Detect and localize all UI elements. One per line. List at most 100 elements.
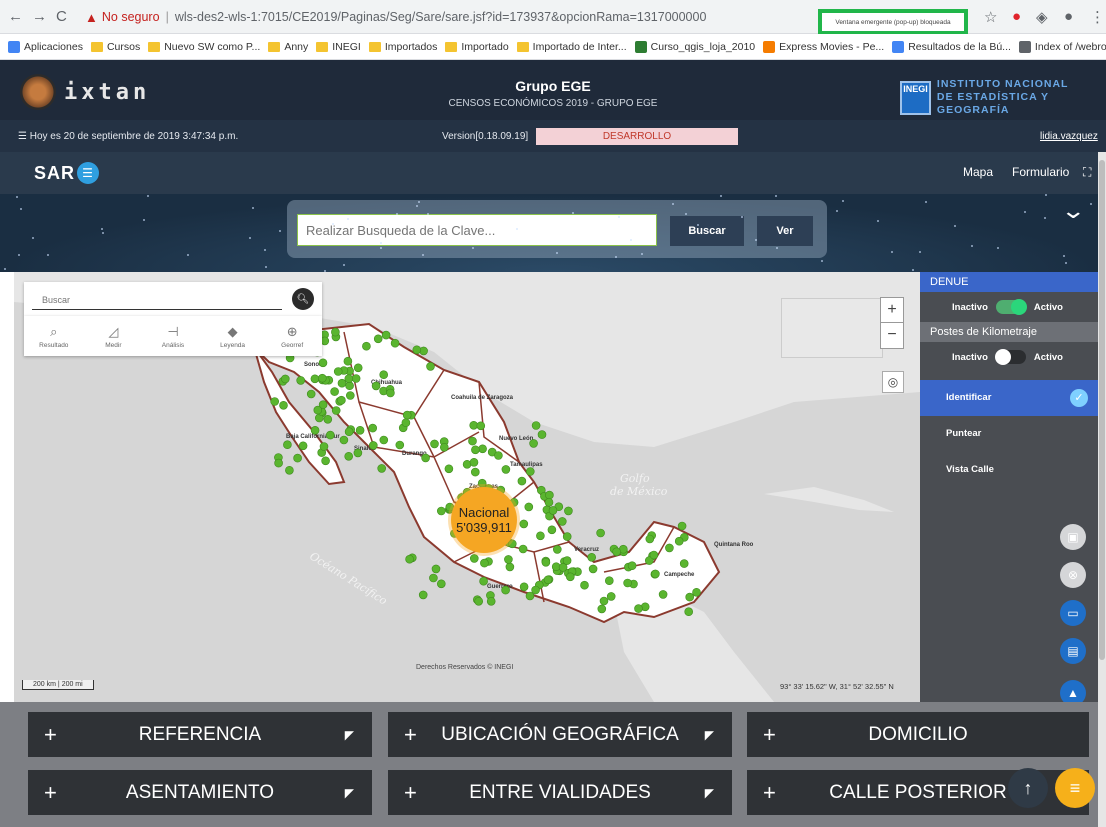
menu-fab-icon[interactable]: ≡: [1055, 768, 1095, 808]
forward-icon[interactable]: →: [32, 8, 47, 25]
check-icon: ✓: [1070, 389, 1088, 407]
establishment-point: [402, 410, 412, 420]
user-link[interactable]: lidia.vazquez: [1040, 131, 1098, 142]
extension-icon[interactable]: ◈: [1036, 8, 1048, 26]
save-icon[interactable]: ▣: [1060, 524, 1086, 550]
map-tool[interactable]: ◆ Leyenda: [203, 316, 263, 356]
star-decoration: [147, 195, 149, 197]
back-icon[interactable]: ←: [8, 8, 23, 25]
vista-calle-option[interactable]: Vista Calle: [920, 452, 1102, 488]
print-icon[interactable]: ▤: [1060, 638, 1086, 664]
bookmark-label: Aplicaciones: [24, 40, 83, 53]
establishment-point: [504, 555, 513, 564]
establishment-point: [469, 421, 479, 430]
establishment-point: [469, 458, 479, 467]
map-tool[interactable]: ◿ Medir: [84, 316, 144, 356]
cancel-icon[interactable]: ⊗: [1060, 562, 1086, 588]
section-entre-vialidades[interactable]: + ENTRE VIALIDADES ◤: [388, 770, 732, 815]
star-decoration: [279, 230, 281, 232]
profile-icon[interactable]: ●: [1064, 8, 1073, 25]
inegi-badge: INEGI: [900, 80, 931, 115]
star-decoration: [265, 266, 267, 268]
nacional-cluster[interactable]: Nacional 5'039,911: [451, 487, 517, 553]
toggle-knob: [994, 349, 1011, 365]
establishment-point: [344, 374, 354, 383]
establishment-point: [429, 573, 438, 583]
bookmark-item[interactable]: Anny: [268, 41, 308, 53]
establishment-point: [368, 423, 378, 433]
bookmark-item[interactable]: Index of /webroot/...: [1018, 40, 1106, 53]
clave-search-input[interactable]: [297, 214, 657, 246]
buscar-button[interactable]: Buscar: [670, 216, 744, 246]
chevron-down-icon[interactable]: ⌄: [1060, 198, 1086, 224]
establishment-point: [524, 502, 534, 512]
section-referencia[interactable]: + REFERENCIA ◤: [28, 712, 372, 757]
map-tool[interactable]: ⌕ Resultado: [24, 316, 84, 356]
map-search-input[interactable]: [32, 290, 282, 310]
scrollbar-thumb[interactable]: [1099, 160, 1105, 660]
menu-icon[interactable]: ⋮: [1090, 8, 1105, 26]
section-domicilio[interactable]: + DOMICILIO: [747, 712, 1089, 757]
denue-toggle[interactable]: [995, 299, 1027, 315]
map-scale: 200 km | 200 mi: [22, 680, 94, 690]
bookmark-item[interactable]: Importado de Inter...: [516, 41, 627, 53]
search-icon[interactable]: 🔍︎: [292, 288, 314, 310]
search-icon: ⌕: [50, 323, 58, 339]
browser-toolbar: ← → C ▲ No seguro | wls-des2-wls-1:7015/…: [0, 0, 1106, 35]
star-icon[interactable]: ☆: [984, 8, 997, 26]
establishment-point: [679, 559, 689, 568]
bookmark-item[interactable]: INEGI: [316, 41, 361, 53]
search-band: Buscar Ver ⌄: [0, 194, 1106, 272]
star-decoration: [472, 247, 474, 249]
bookmark-item[interactable]: Cursos: [90, 41, 140, 53]
toggle-knob: [1010, 299, 1027, 315]
address-bar[interactable]: ▲ No seguro | wls-des2-wls-1:7015/CE2019…: [85, 5, 855, 29]
establishment-point: [529, 439, 538, 448]
popup-blocked-indicator[interactable]: Ventana emergente (pop-up) bloqueada: [818, 9, 968, 35]
arrow-icon: ◤: [344, 727, 354, 742]
star-decoration: [1044, 217, 1046, 219]
ver-button[interactable]: Ver: [757, 216, 813, 246]
section-asentamiento[interactable]: + ASENTAMIENTO ◤: [28, 770, 372, 815]
star-decoration: [427, 213, 429, 215]
establishment-point: [333, 367, 343, 376]
fullscreen-icon[interactable]: ⛶: [1083, 165, 1091, 180]
star-decoration: [618, 216, 620, 218]
establishment-point: [381, 330, 391, 340]
pinterest-icon[interactable]: ●: [1012, 8, 1021, 25]
url-text[interactable]: wls-des2-wls-1:7015/CE2019/Paginas/Seg/S…: [175, 10, 707, 24]
zoom-in-icon[interactable]: +: [881, 298, 903, 322]
establishment-point: [518, 544, 528, 554]
establishment-point: [418, 590, 428, 600]
locate-icon[interactable]: ◎: [882, 371, 904, 393]
establishment-point: [343, 356, 353, 366]
map-view[interactable]: Golfo de México Océano Pacífico Sonora Ch…: [14, 272, 920, 702]
minimap[interactable]: [781, 298, 883, 358]
establishment-point: [270, 397, 280, 406]
identificar-option[interactable]: Identificar ✓: [920, 380, 1102, 416]
nav-formulario[interactable]: Formulario: [1012, 165, 1069, 179]
star-decoration: [1090, 203, 1092, 205]
postes-toggle[interactable]: [994, 349, 1026, 365]
establishment-point: [519, 519, 529, 529]
establishment-point: [565, 572, 575, 582]
bookmark-item[interactable]: Resultados de la Bú...: [892, 40, 1011, 53]
star-decoration: [252, 207, 254, 209]
bookmark-item[interactable]: Express Movies - Pe...: [763, 40, 884, 53]
bookmark-item[interactable]: Aplicaciones: [8, 40, 83, 53]
bookmark-item[interactable]: Curso_qgis_loja_2010: [634, 40, 755, 53]
bookmark-item[interactable]: Importado: [445, 41, 509, 53]
nav-mapa[interactable]: Mapa: [963, 165, 993, 179]
section-ubicacion[interactable]: + UBICACIÓN GEOGRÁFICA ◤: [388, 712, 732, 757]
establishment-point: [371, 381, 381, 391]
map-tool[interactable]: ⊣ Análisis: [143, 316, 203, 356]
reload-icon[interactable]: C: [56, 8, 67, 25]
establishment-point: [684, 607, 694, 617]
bookmark-item[interactable]: Nuevo SW como P...: [148, 41, 260, 53]
puntear-option[interactable]: Puntear: [920, 416, 1102, 452]
map-tool[interactable]: ⊕ Georref: [262, 316, 322, 356]
zoom-out-icon[interactable]: −: [881, 322, 903, 347]
clipboard-icon[interactable]: ▭: [1060, 600, 1086, 626]
scroll-up-icon[interactable]: ↑: [1008, 768, 1048, 808]
bookmark-item[interactable]: Importados: [368, 41, 437, 53]
